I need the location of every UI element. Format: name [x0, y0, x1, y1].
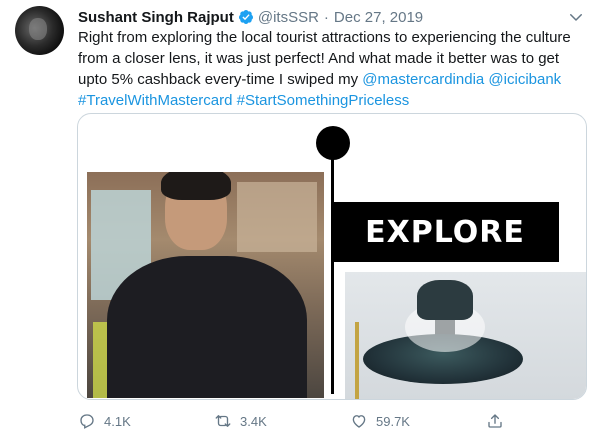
like-icon — [352, 415, 366, 428]
tweet-text-fragment: upto 5% cashback every-time I swiped my — [78, 71, 363, 88]
decorative-line — [331, 158, 334, 394]
tweet-date[interactable]: Dec 27, 2019 — [334, 9, 423, 26]
reply-count: 4.1K — [104, 413, 131, 429]
mention-link[interactable]: @mastercardindia — [362, 71, 484, 88]
tweet-text-line: upto 5% cashback every-time I swiped my … — [78, 69, 583, 90]
retweet-count: 3.4K — [240, 413, 267, 429]
verified-badge-icon — [238, 10, 253, 24]
tweet-text-line: Right from exploring the local tourist a… — [78, 29, 571, 46]
tweet-text-line: from a closer lens, it was just perfect!… — [78, 50, 560, 67]
tweet-text: Right from exploring the local tourist a… — [78, 27, 583, 111]
tweet-header: Sushant Singh Rajput @itsSSR · Dec 27, 2… — [78, 7, 423, 27]
avatar[interactable] — [15, 6, 64, 55]
like-button[interactable]: 59.7K — [350, 410, 410, 432]
author-handle[interactable]: @itsSSR — [258, 9, 319, 26]
tweet-actions: 4.1K 3.4K 59.7K — [78, 410, 598, 432]
chevron-down-icon[interactable] — [567, 8, 585, 26]
retweet-icon — [215, 415, 231, 427]
header-separator: · — [323, 8, 329, 26]
mention-link[interactable]: @icicibank — [488, 71, 561, 88]
hashtag-link[interactable]: #StartSomethingPriceless — [237, 92, 410, 109]
share-button[interactable] — [486, 410, 512, 432]
tweet-text-line: #TravelWithMastercard #StartSomethingPri… — [78, 90, 583, 111]
tweet-card[interactable]: Sushant Singh Rajput @itsSSR · Dec 27, 2… — [0, 0, 599, 436]
hashtag-link[interactable]: #TravelWithMastercard — [78, 92, 232, 109]
explore-banner: EXPLORE — [331, 202, 559, 262]
reply-button[interactable]: 4.1K — [78, 410, 131, 432]
person-photo — [87, 172, 324, 398]
retweet-button[interactable]: 3.4K — [214, 410, 267, 432]
like-count: 59.7K — [376, 413, 410, 429]
decorative-dot — [316, 126, 350, 160]
tweet-media[interactable]: EXPLORE — [77, 113, 587, 400]
fountain-photo — [345, 272, 586, 399]
author-name[interactable]: Sushant Singh Rajput — [78, 9, 234, 26]
share-icon — [488, 414, 502, 428]
reply-icon — [80, 414, 94, 429]
